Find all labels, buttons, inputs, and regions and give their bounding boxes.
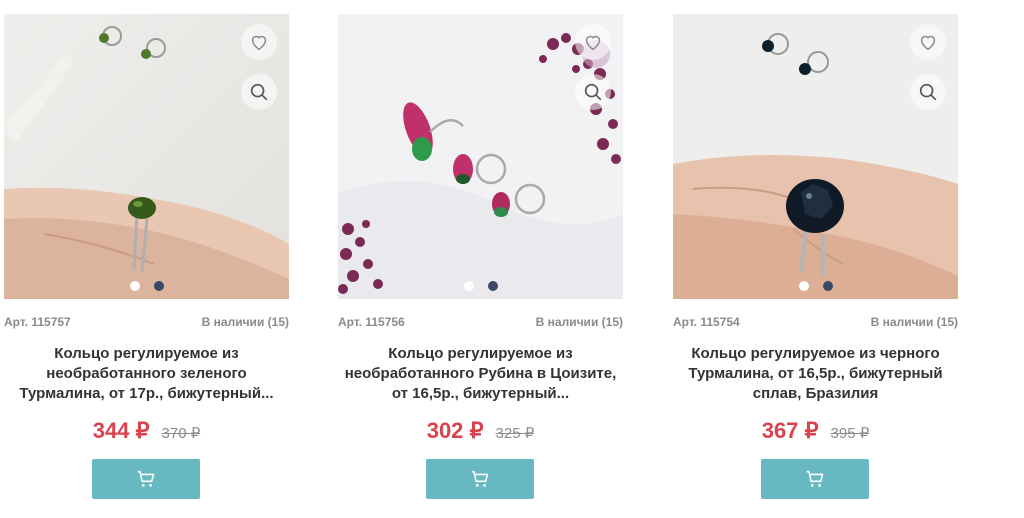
favorite-button[interactable] (910, 24, 946, 60)
price-block: 302 ₽ 325 ₽ (338, 418, 623, 444)
cart-icon (137, 470, 155, 487)
product-image[interactable] (4, 14, 289, 299)
pagination-dot[interactable] (487, 281, 498, 291)
product-meta: Арт. 115757 В наличии (15) (4, 315, 289, 331)
magnifier-icon (584, 83, 602, 101)
image-pagination (4, 281, 289, 291)
pagination-dot[interactable] (463, 281, 474, 291)
product-photo (673, 14, 958, 299)
product-title[interactable]: Кольцо регулируемое из черного Турмалина… (673, 344, 958, 404)
heart-icon (920, 35, 936, 51)
magnifier-icon (250, 83, 268, 101)
product-photo (4, 14, 289, 299)
image-pagination (338, 281, 623, 291)
article-number: Арт. 115757 (4, 315, 71, 329)
old-price: 395 ₽ (830, 425, 870, 442)
price-block: 344 ₽ 370 ₽ (4, 418, 289, 444)
current-price: 302 ₽ (426, 418, 484, 443)
zoom-button[interactable] (241, 74, 277, 110)
heart-icon (585, 35, 601, 51)
pagination-dot[interactable] (798, 281, 809, 291)
pagination-dot[interactable] (822, 281, 833, 291)
product-title[interactable]: Кольцо регулируемое из необработанного Р… (338, 344, 623, 404)
product-meta: Арт. 115754 В наличии (15) (673, 315, 958, 331)
image-pagination (673, 281, 958, 291)
article-number: Арт. 115756 (338, 315, 405, 329)
old-price: 370 ₽ (161, 425, 201, 442)
zoom-button[interactable] (910, 74, 946, 110)
product-title[interactable]: Кольцо регулируемое из необработанного з… (4, 344, 289, 404)
cart-icon (471, 470, 489, 487)
cart-icon (806, 470, 824, 487)
add-to-cart-button[interactable] (426, 459, 534, 499)
article-number: Арт. 115754 (673, 315, 740, 329)
product-card: Арт. 115757 В наличии (15) Кольцо регули… (4, 0, 289, 518)
stock-status: В наличии (15) (870, 315, 958, 329)
price-block: 367 ₽ 395 ₽ (673, 418, 958, 444)
add-to-cart-button[interactable] (761, 459, 869, 499)
zoom-button[interactable] (575, 74, 611, 110)
current-price: 344 ₽ (92, 418, 150, 443)
product-image[interactable] (338, 14, 623, 299)
old-price: 325 ₽ (495, 425, 535, 442)
pagination-dot[interactable] (129, 281, 140, 291)
add-to-cart-button[interactable] (92, 459, 200, 499)
stock-status: В наличии (15) (535, 315, 623, 329)
product-card: Арт. 115756 В наличии (15) Кольцо регули… (338, 0, 623, 518)
stock-status: В наличии (15) (201, 315, 289, 329)
pagination-dot[interactable] (153, 281, 164, 291)
product-image[interactable] (673, 14, 958, 299)
product-photo (338, 14, 623, 299)
favorite-button[interactable] (575, 24, 611, 60)
heart-icon (251, 35, 267, 51)
favorite-button[interactable] (241, 24, 277, 60)
current-price: 367 ₽ (761, 418, 819, 443)
magnifier-icon (919, 83, 937, 101)
product-card: Арт. 115754 В наличии (15) Кольцо регули… (673, 0, 958, 518)
product-meta: Арт. 115756 В наличии (15) (338, 315, 623, 331)
